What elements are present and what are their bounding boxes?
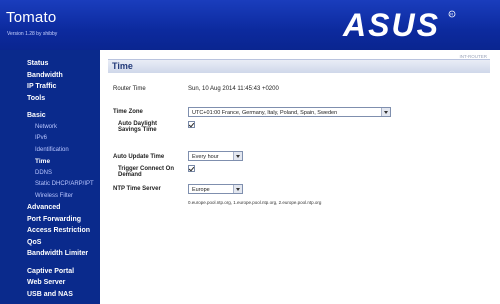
auto-update-label: Auto Update Time: [113, 154, 165, 160]
sidebar-item-tools[interactable]: Tools: [0, 93, 100, 105]
trigger-connect-checkbox[interactable]: [188, 165, 195, 172]
sidebar-item-bandwidth-limiter[interactable]: Bandwidth Limiter: [0, 248, 100, 260]
router-time-label: Router Time: [113, 86, 146, 92]
chevron-down-icon: [233, 185, 242, 193]
ntp-server-value: Europe: [192, 187, 210, 193]
sidebar-item-static-dhcp[interactable]: Static DHCP/ARP/IPT: [0, 179, 100, 191]
time-zone-select[interactable]: UTC+01:00 France, Germany, Italy, Poland…: [188, 107, 391, 117]
section-header: Time: [108, 59, 490, 73]
ntp-server-select[interactable]: Europe: [188, 184, 243, 194]
sidebar-nav: Status Bandwidth IP Traffic Tools Basic …: [0, 50, 100, 304]
ntp-server-label: NTP Time Server: [113, 186, 161, 192]
asus-logo: ASUS R: [342, 9, 456, 41]
auto-dst-checkbox[interactable]: [188, 121, 195, 128]
sidebar-item-identification[interactable]: Identification: [0, 145, 100, 157]
auto-update-value: Every hour: [192, 154, 219, 160]
app-header: Tomato Version 1.28 by shibby ASUS R: [0, 0, 500, 50]
chevron-down-icon: [381, 108, 390, 116]
sidebar-item-advanced[interactable]: Advanced: [0, 202, 100, 214]
sidebar-item-network[interactable]: Network: [0, 122, 100, 134]
app-version: Version 1.28 by shibby: [7, 31, 58, 37]
sidebar-item-bandwidth[interactable]: Bandwidth: [0, 70, 100, 82]
auto-dst-label: Auto Daylight Savings Time: [118, 121, 157, 133]
trigger-connect-label: Trigger Connect On Demand: [118, 166, 175, 178]
sidebar-item-status[interactable]: Status: [0, 58, 100, 70]
sidebar-item-access-restriction[interactable]: Access Restriction: [0, 225, 100, 237]
app-title: Tomato: [6, 9, 57, 26]
auto-update-select[interactable]: Every hour: [188, 151, 243, 161]
ntp-server-list: 0.europe.pool.ntp.org, 1.europe.pool.ntp…: [188, 200, 322, 205]
sidebar-item-time[interactable]: Time: [0, 156, 100, 168]
sidebar-item-qos[interactable]: QoS: [0, 237, 100, 249]
sidebar-item-ddns[interactable]: DDNS: [0, 168, 100, 180]
sidebar-item-usb-nas[interactable]: USB and NAS: [0, 289, 100, 301]
chevron-down-icon: [233, 152, 242, 160]
time-zone-value: UTC+01:00 France, Germany, Italy, Poland…: [192, 110, 338, 116]
sidebar-item-ip-traffic[interactable]: IP Traffic: [0, 81, 100, 93]
sidebar-item-basic[interactable]: Basic: [0, 110, 100, 122]
router-time-value: Sun, 10 Aug 2014 11:45:43 +0200: [188, 86, 279, 92]
sidebar-item-wireless-filter[interactable]: Wireless Filter: [0, 191, 100, 203]
svg-text:R: R: [450, 12, 453, 17]
main-content: INT-ROUTER Time Router Time Sun, 10 Aug …: [100, 50, 500, 304]
sidebar-item-captive-portal[interactable]: Captive Portal: [0, 266, 100, 278]
time-zone-label: Time Zone: [113, 109, 143, 115]
sidebar-item-ipv6[interactable]: IPv6: [0, 133, 100, 145]
sidebar-item-web-server[interactable]: Web Server: [0, 277, 100, 289]
svg-text:ASUS: ASUS: [342, 9, 440, 41]
sidebar-item-port-forwarding[interactable]: Port Forwarding: [0, 214, 100, 226]
section-title: Time: [112, 61, 133, 71]
